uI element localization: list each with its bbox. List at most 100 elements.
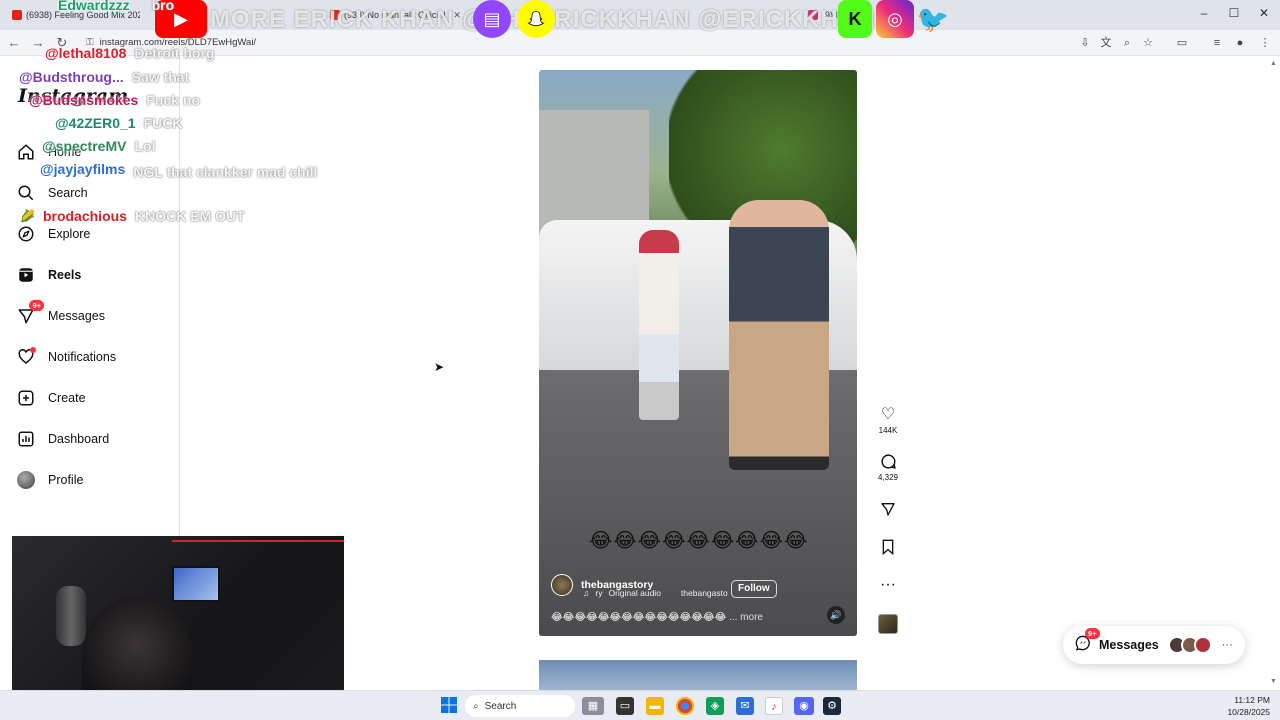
- music-app-icon[interactable]: ♪: [765, 697, 783, 715]
- like-count: 144K: [878, 426, 898, 435]
- like-action[interactable]: ♡ 144K: [872, 405, 904, 435]
- heart-icon: [16, 347, 36, 367]
- tab-label: (6938) Feeling Good Mix 2025: [26, 10, 140, 20]
- kick-icon: K: [838, 0, 872, 38]
- comment-icon[interactable]: [872, 452, 904, 472]
- reel-audio-info[interactable]: ♫ ry Original audio thebangasto: [583, 588, 728, 598]
- sidebar-panel-icon[interactable]: ▭: [1175, 36, 1189, 50]
- sidebar-item-dashboard[interactable]: Dashboard: [16, 426, 109, 452]
- messages-badge: 9+: [29, 300, 44, 311]
- video-emoji-overlay: 😂😂😂😂😂😂😂😂😂: [589, 530, 809, 552]
- windows-start-icon[interactable]: [440, 697, 458, 715]
- audio-prefix: ry: [595, 588, 603, 598]
- taskbar-search-label: Search: [484, 700, 517, 712]
- profile-avatar: [16, 470, 36, 490]
- next-reel-preview[interactable]: [539, 660, 857, 690]
- sidebar-item-notifications[interactable]: Notifications: [16, 344, 116, 370]
- mail-icon[interactable]: ✉: [736, 697, 754, 715]
- contact-avatar: [1193, 636, 1212, 654]
- compass-icon: [16, 224, 36, 244]
- instagram-logo[interactable]: Instagram: [18, 85, 128, 107]
- instagram-icon: ◎: [876, 0, 914, 38]
- file-explorer-icon[interactable]: ▬: [646, 697, 664, 715]
- audio-label: Original audio: [608, 588, 661, 598]
- sidebar-item-messages[interactable]: 9+ Messages: [16, 300, 105, 329]
- sidebar-item-label: Reels: [48, 268, 82, 282]
- sidebar-item-reels[interactable]: Reels: [16, 262, 81, 288]
- back-button[interactable]: ←: [6, 35, 22, 51]
- follow-button[interactable]: Follow: [731, 580, 777, 598]
- share-action[interactable]: [872, 499, 904, 519]
- ellipsis-icon: ···: [1221, 639, 1233, 651]
- windows-taskbar: ⌕ Search ▦ ▭ ▬ ◈ ✉ ♪ ◉ ⚙ 11:12 PM 10/28/…: [0, 690, 1280, 720]
- forward-button[interactable]: →: [30, 35, 46, 51]
- sidebar-item-explore[interactable]: Explore: [16, 221, 90, 247]
- site-info-icon[interactable]: ⚿: [86, 34, 94, 52]
- sidebar-item-label: Dashboard: [48, 432, 110, 446]
- youtube-icon: ▶: [155, 0, 207, 38]
- scroll-down-arrow[interactable]: ▼: [1270, 678, 1277, 685]
- notification-dot: [30, 347, 36, 353]
- sidebar-item-search[interactable]: Search: [16, 180, 88, 206]
- audio-owner: thebangasto: [680, 588, 728, 598]
- reload-button[interactable]: ↻: [54, 35, 70, 51]
- sidebar-item-label: Messages: [48, 309, 105, 323]
- minimize-button[interactable]: –: [1192, 6, 1216, 20]
- person-left: [639, 230, 679, 420]
- bookmark-icon[interactable]: [872, 537, 904, 557]
- caption-text: 😂😂😂😂😂😂😂😂😂😂😂😂😂😂😂: [551, 612, 727, 623]
- search-icon: ⌕: [473, 700, 479, 712]
- widgets-icon[interactable]: ▦: [582, 697, 604, 715]
- stream-banner: MORE ERICK KHAN @THEERICKKHAN @ERICKKHAN: [150, 0, 1160, 40]
- reel-caption[interactable]: 😂😂😂😂😂😂😂😂😂😂😂😂😂😂😂 ... more: [551, 612, 763, 623]
- mouse-cursor-icon: ➤: [434, 360, 445, 374]
- audio-thumbnail[interactable]: [878, 614, 898, 634]
- send-icon[interactable]: [872, 499, 904, 519]
- caption-more-link[interactable]: ... more: [729, 612, 763, 623]
- sidebar-item-profile[interactable]: Profile: [16, 467, 83, 493]
- close-window-button[interactable]: ✕: [1252, 6, 1276, 20]
- tab-search-icon[interactable]: ≡: [1210, 36, 1224, 50]
- sidebar-item-label: Explore: [48, 227, 91, 241]
- plus-square-icon: [16, 388, 36, 408]
- save-action[interactable]: [872, 537, 904, 557]
- messenger-icon: 9+: [1075, 628, 1100, 655]
- sidebar-item-label: Search: [48, 186, 88, 200]
- home-icon: [16, 142, 36, 162]
- twitch-icon: ▤: [473, 0, 511, 38]
- comment-action[interactable]: 4,329: [872, 452, 904, 482]
- system-clock[interactable]: 11:12 PM 10/28/2025: [1227, 694, 1270, 718]
- steam-icon[interactable]: ⚙: [823, 697, 841, 715]
- maximize-button[interactable]: ☐: [1222, 6, 1246, 20]
- person-right: [729, 200, 829, 470]
- reel-author-avatar[interactable]: [551, 574, 573, 596]
- youtube-favicon-icon: [12, 10, 22, 20]
- task-view-icon[interactable]: ▭: [616, 697, 634, 715]
- mute-button[interactable]: 🔊: [827, 606, 845, 624]
- app-icon[interactable]: ◈: [706, 697, 724, 715]
- ellipsis-icon[interactable]: ···: [872, 575, 904, 595]
- sidebar-item-home[interactable]: Home: [16, 139, 81, 165]
- messages-pill-badge: 9+: [1085, 628, 1100, 639]
- sidebar-item-label: Notifications: [48, 350, 117, 364]
- chrome-icon[interactable]: [676, 697, 694, 715]
- messages-pill[interactable]: 9+ Messages ···: [1063, 626, 1245, 664]
- recent-contacts: [1167, 636, 1212, 654]
- reel-video[interactable]: 😂😂😂😂😂😂😂😂😂 thebangasto ry ♫ ry Original au…: [539, 70, 857, 636]
- sidebar-item-create[interactable]: Create: [16, 385, 86, 411]
- twitter-icon: 🐦: [916, 3, 950, 34]
- send-icon: 9+: [16, 300, 44, 326]
- clock-time: 11:12 PM: [1234, 695, 1270, 705]
- microphone: [56, 586, 86, 646]
- sidebar-item-label: Create: [48, 391, 86, 405]
- taskbar-search[interactable]: ⌕ Search: [465, 695, 575, 717]
- profile-avatar-icon[interactable]: ●: [1233, 36, 1247, 50]
- sidebar-item-label: Home: [48, 145, 82, 159]
- scroll-up-arrow[interactable]: ▲: [1270, 60, 1277, 67]
- discord-icon[interactable]: ◉: [794, 697, 814, 715]
- more-options[interactable]: ···: [872, 575, 904, 595]
- reels-icon: [16, 265, 36, 285]
- browser-menu-icon[interactable]: ⋮: [1258, 36, 1272, 50]
- heart-icon[interactable]: ♡: [872, 405, 904, 425]
- browser-tab[interactable]: (6938) Feeling Good Mix 2025: [12, 6, 140, 24]
